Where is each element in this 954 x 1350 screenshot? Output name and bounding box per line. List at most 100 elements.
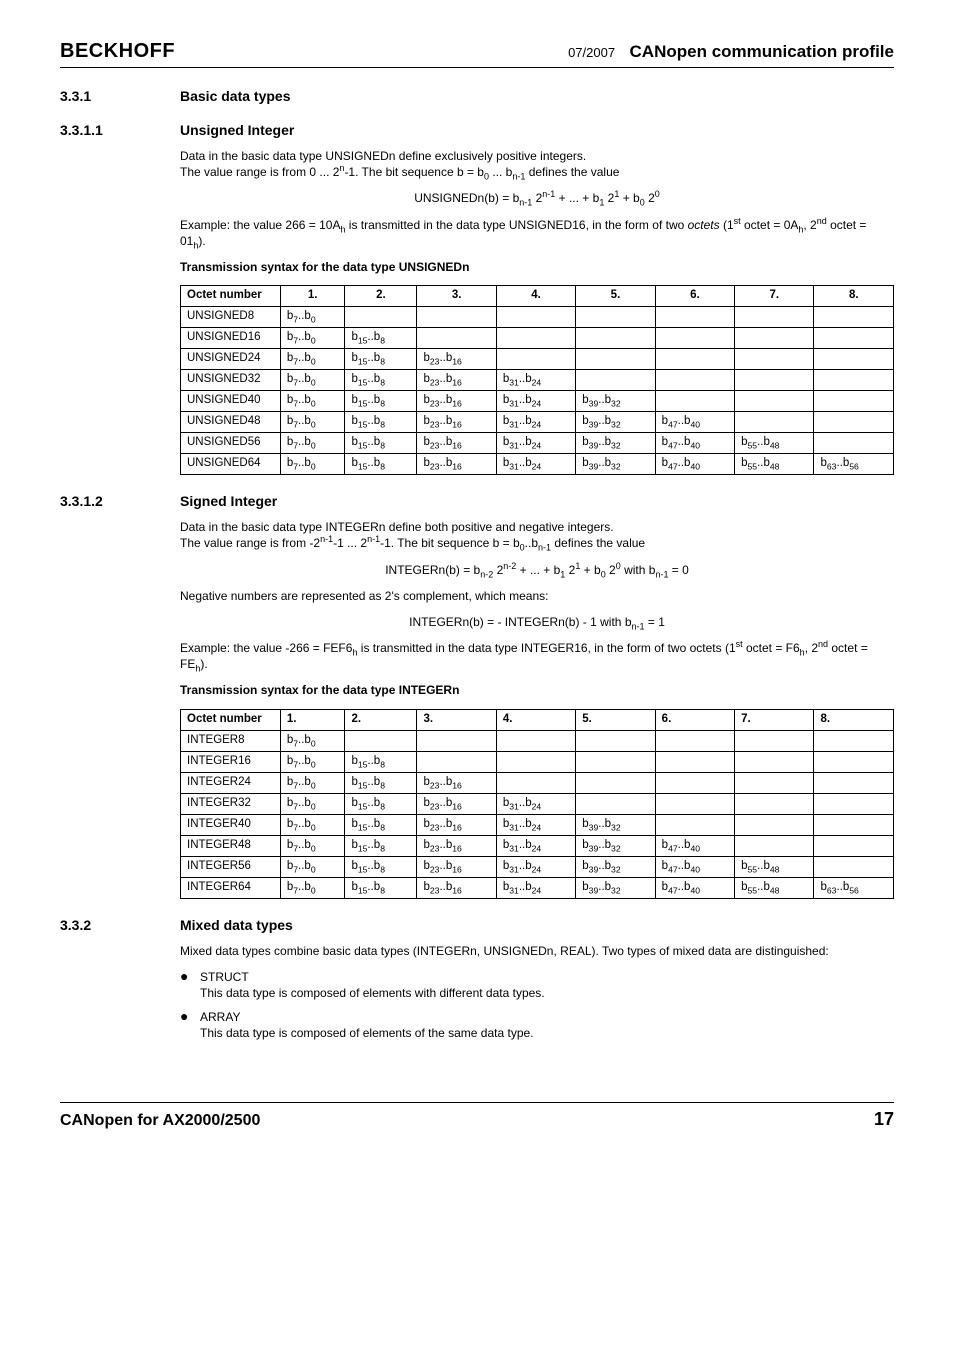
text: Example: the value 266 = 10A (180, 218, 340, 232)
text: , 2 (803, 218, 816, 232)
row-label: INTEGER48 (181, 835, 281, 856)
cell: b15..b8 (345, 328, 417, 349)
cell-empty (735, 412, 814, 433)
row-label: INTEGER8 (181, 730, 281, 751)
table-header: 8. (814, 286, 894, 307)
cell-empty (655, 391, 734, 412)
table-header: 3. (417, 709, 496, 730)
cell-empty (814, 856, 894, 877)
table-row: INTEGER24b7..b0b15..b8b23..b16 (181, 772, 894, 793)
cell: b23..b16 (417, 793, 496, 814)
cell: b47..b40 (655, 433, 734, 454)
cell-empty (814, 307, 894, 328)
row-label: UNSIGNED40 (181, 391, 281, 412)
sup: nd (817, 216, 827, 226)
sup: 0 (655, 189, 660, 199)
sub: n-1 (519, 198, 532, 208)
cell: b31..b24 (496, 835, 575, 856)
table-header: 7. (735, 709, 814, 730)
text: The value range is from 0 ... 2 (180, 165, 339, 179)
footer-title: CANopen for AX2000/2500 (60, 1112, 260, 1130)
cell-empty (576, 349, 655, 370)
cell-empty (735, 349, 814, 370)
cell: b39..b32 (576, 412, 655, 433)
section-body: Data in the basic data type INTEGERn def… (180, 519, 894, 899)
sub: 0 (601, 569, 606, 579)
cell-empty (345, 307, 417, 328)
sub: 1 (560, 569, 565, 579)
formula: INTEGERn(b) = bn-2 2n-2 + ... + b1 21 + … (180, 562, 894, 578)
cell-empty (735, 793, 814, 814)
cell-empty (655, 814, 734, 835)
cell: b31..b24 (496, 877, 575, 898)
cell-empty (814, 370, 894, 391)
cell-empty (417, 307, 496, 328)
table-header: 4. (496, 709, 575, 730)
sup: n-1 (320, 534, 333, 544)
row-label: UNSIGNED16 (181, 328, 281, 349)
text: INTEGERn(b) = - INTEGERn(b) - 1 with b (409, 615, 631, 629)
header-title: CANopen communication profile (630, 42, 894, 61)
text: octets (688, 218, 720, 232)
cell: b47..b40 (655, 856, 734, 877)
table-header: 8. (814, 709, 894, 730)
cell-empty (655, 730, 734, 751)
cell: b7..b0 (280, 730, 345, 751)
table-row: INTEGER16b7..b0b15..b8 (181, 751, 894, 772)
cell-empty (814, 433, 894, 454)
sub: n-2 (480, 569, 493, 579)
formula: UNSIGNEDn(b) = bn-1 2n-1 + ... + b1 21 +… (180, 190, 894, 206)
text: octet = 0A (741, 218, 799, 232)
table-row: UNSIGNED64b7..b0b15..b8b23..b16b31..b24b… (181, 454, 894, 475)
cell: b15..b8 (345, 877, 417, 898)
section-title: Signed Integer (180, 493, 277, 509)
cell: b23..b16 (417, 835, 496, 856)
table-header: 3. (417, 286, 496, 307)
section-3-3-1-2: 3.3.1.2 Signed Integer (60, 493, 894, 509)
cell: b7..b0 (280, 772, 345, 793)
section-number: 3.3.1.1 (60, 122, 180, 138)
row-label: INTEGER40 (181, 814, 281, 835)
cell: b7..b0 (280, 793, 345, 814)
bullet-desc: This data type is composed of elements o… (200, 1026, 534, 1040)
row-label: INTEGER64 (181, 877, 281, 898)
cell: b7..b0 (280, 835, 345, 856)
paragraph: Example: the value -266 = FEF6h is trans… (180, 640, 894, 672)
cell-empty (417, 328, 496, 349)
text: ). (200, 657, 207, 671)
table-caption: Transmission syntax for the data type UN… (180, 259, 894, 275)
cell-empty (576, 793, 655, 814)
cell-empty (576, 370, 655, 391)
cell-empty (655, 772, 734, 793)
cell-empty (814, 391, 894, 412)
cell-empty (655, 307, 734, 328)
cell-empty (735, 814, 814, 835)
cell: b7..b0 (280, 751, 345, 772)
cell-empty (814, 751, 894, 772)
table-row: UNSIGNED48b7..b0b15..b8b23..b16b31..b24b… (181, 412, 894, 433)
cell: b39..b32 (576, 835, 655, 856)
paragraph: Example: the value 266 = 10Ah is transmi… (180, 217, 894, 249)
cell-empty (496, 328, 575, 349)
row-label: UNSIGNED8 (181, 307, 281, 328)
cell-empty (735, 772, 814, 793)
cell-empty (735, 391, 814, 412)
cell: b55..b48 (735, 433, 814, 454)
text: Data in the basic data type UNSIGNEDn de… (180, 149, 586, 163)
cell: b55..b48 (735, 856, 814, 877)
cell: b23..b16 (417, 370, 496, 391)
cell-empty (814, 772, 894, 793)
cell: b39..b32 (576, 877, 655, 898)
cell: b15..b8 (345, 856, 417, 877)
cell: b23..b16 (417, 856, 496, 877)
cell-empty (814, 814, 894, 835)
page-footer: CANopen for AX2000/2500 17 (60, 1102, 894, 1130)
cell-empty (814, 793, 894, 814)
cell: b15..b8 (345, 835, 417, 856)
header-date: 07/2007 (568, 45, 615, 60)
cell: b31..b24 (496, 433, 575, 454)
cell-empty (576, 307, 655, 328)
cell: b7..b0 (280, 814, 345, 835)
cell: b63..b56 (814, 877, 894, 898)
cell-empty (496, 349, 575, 370)
